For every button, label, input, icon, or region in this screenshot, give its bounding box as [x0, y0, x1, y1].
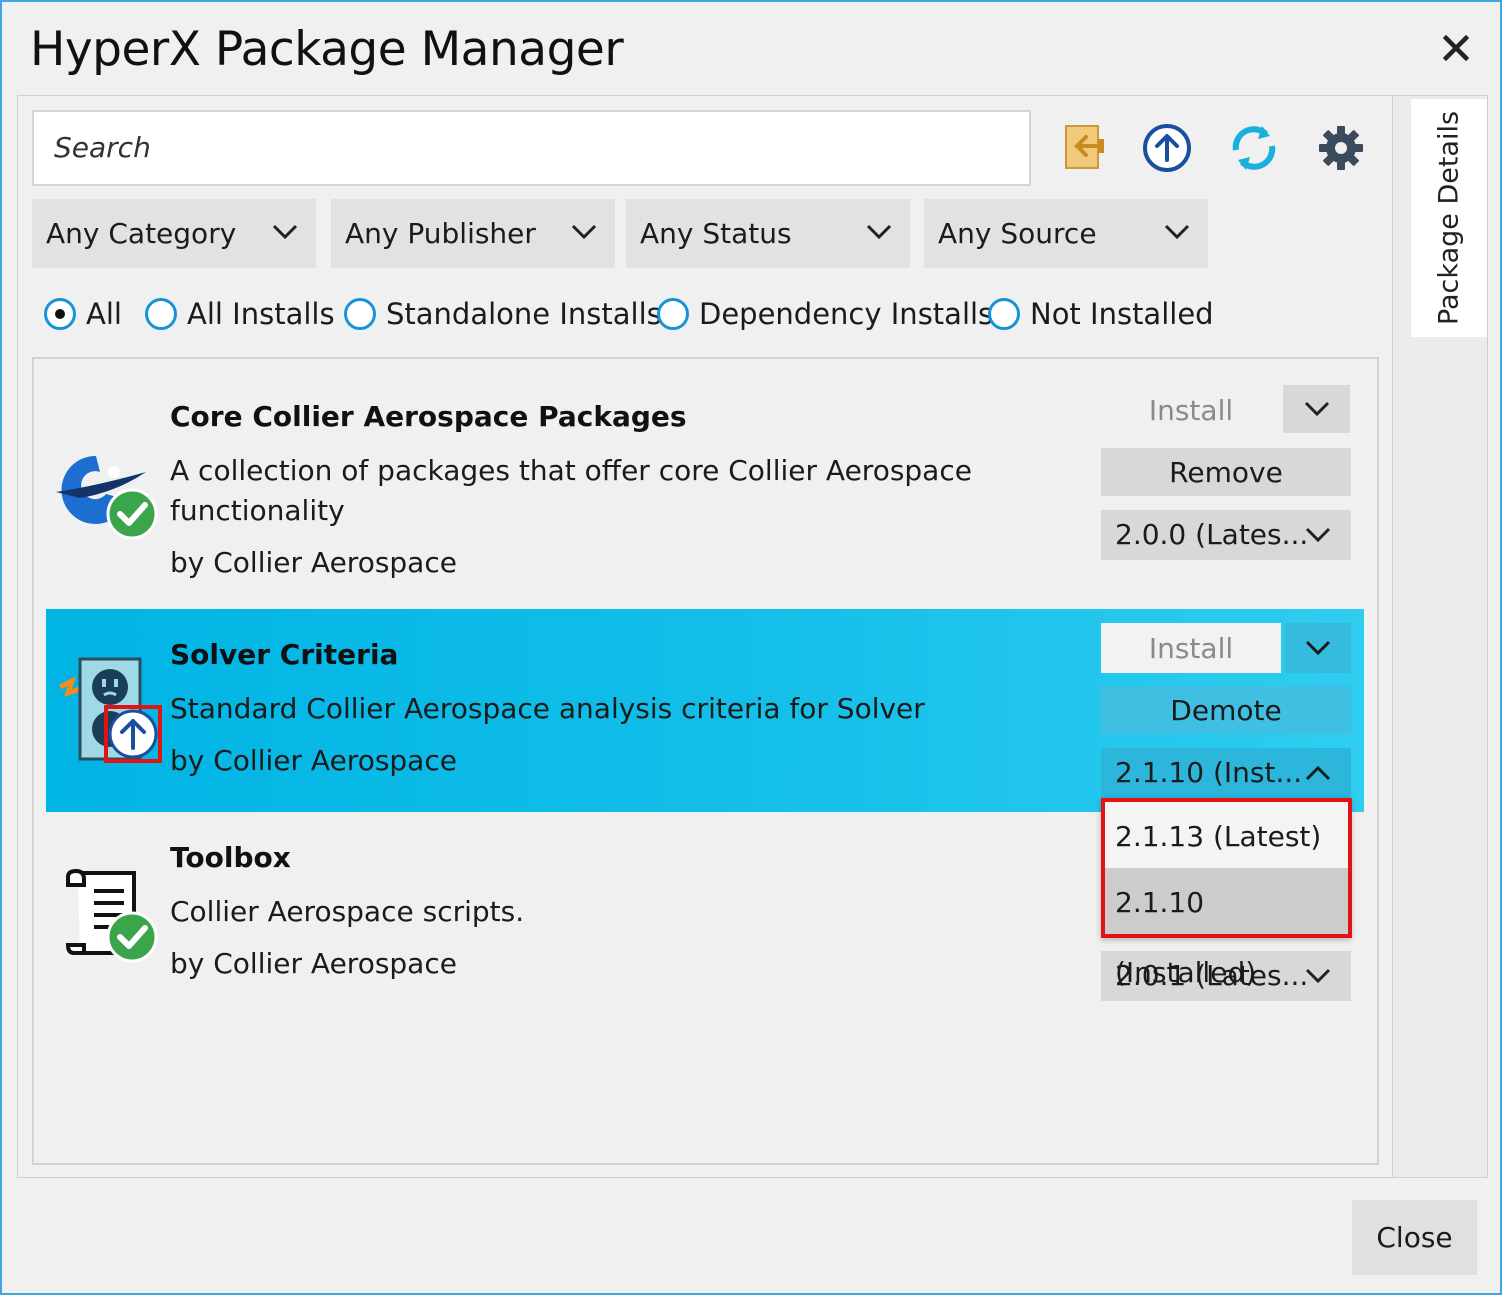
category-filter[interactable]: Any Category — [32, 199, 316, 268]
chevron-down-icon — [571, 224, 597, 240]
chevron-down-icon — [1304, 401, 1330, 417]
status-filter-label: Any Status — [640, 217, 792, 250]
demote-button[interactable]: Demote — [1101, 686, 1351, 734]
radio-button — [145, 298, 177, 330]
radio-button — [344, 298, 376, 330]
source-filter[interactable]: Any Source — [924, 199, 1208, 268]
tab-package-details[interactable]: Package Details — [1411, 99, 1487, 337]
version-select-value: 2.1.10 (Inst... — [1115, 756, 1303, 789]
package-title: Core Collier Aerospace Packages — [170, 400, 687, 433]
version-dropdown: 2.1.13 (Latest) 2.1.10 (Installed) — [1101, 798, 1351, 989]
package-publisher: by Collier Aerospace — [170, 947, 457, 980]
version-option[interactable]: 2.1.13 (Latest) — [1101, 802, 1351, 872]
chevron-down-icon — [1164, 224, 1190, 240]
install-button[interactable]: Install — [1101, 623, 1281, 673]
package-description: A collection of packages that offer core… — [170, 454, 972, 487]
import-icon[interactable] — [1062, 122, 1114, 174]
radio-button — [988, 298, 1020, 330]
version-select[interactable]: 2.0.0 (Lates... — [1101, 510, 1351, 560]
outlet-package-icon — [58, 657, 158, 761]
chevron-down-icon — [1305, 968, 1331, 984]
install-button[interactable]: Install — [1101, 387, 1281, 435]
upgrade-all-icon[interactable] — [1141, 122, 1193, 174]
radio-button — [657, 298, 689, 330]
publisher-filter[interactable]: Any Publisher — [331, 199, 615, 268]
search-input[interactable]: Search — [32, 110, 1031, 186]
radio-all-installs-label: All Installs — [187, 297, 335, 331]
radio-button-selected — [44, 298, 76, 330]
package-title: Toolbox — [170, 841, 291, 874]
collier-aerospace-package-icon — [56, 455, 158, 540]
radio-standalone-installs-label: Standalone Installs — [386, 297, 662, 331]
source-filter-label: Any Source — [938, 217, 1097, 250]
package-description: Collier Aerospace scripts. — [170, 895, 525, 928]
publisher-filter-label: Any Publisher — [345, 217, 536, 250]
version-select-value: 2.0.0 (Lates... — [1115, 518, 1309, 551]
window-title: HyperX Package Manager — [30, 22, 624, 77]
close-button[interactable]: Close — [1352, 1200, 1477, 1275]
category-filter-label: Any Category — [46, 217, 237, 250]
package-publisher: by Collier Aerospace — [170, 744, 457, 777]
install-options-button[interactable] — [1285, 623, 1351, 673]
radio-all-label: All — [86, 297, 122, 331]
radio-dependency-installs-label: Dependency Installs — [699, 297, 994, 331]
package-manager-window: HyperX Package Manager Package Details S… — [0, 0, 1502, 1295]
chevron-down-icon — [272, 224, 298, 240]
status-filter[interactable]: Any Status — [626, 199, 910, 268]
version-select-open[interactable]: 2.1.10 (Inst... — [1101, 748, 1351, 798]
radio-not-installed-label: Not Installed — [1030, 297, 1214, 331]
refresh-icon[interactable] — [1228, 122, 1280, 174]
chevron-down-icon — [1305, 640, 1331, 656]
close-icon[interactable] — [1436, 28, 1476, 68]
package-details-tab-label: Package Details — [1433, 110, 1465, 326]
package-description: Standard Collier Aerospace analysis crit… — [170, 692, 925, 725]
settings-icon[interactable] — [1315, 122, 1367, 174]
package-title: Solver Criteria — [170, 638, 399, 671]
chevron-down-icon — [1305, 527, 1331, 543]
package-publisher: by Collier Aerospace — [170, 546, 457, 579]
script-package-icon — [65, 868, 158, 963]
install-options-button[interactable] — [1283, 385, 1350, 433]
package-description-cont: functionality — [170, 494, 345, 527]
remove-button[interactable]: Remove — [1101, 448, 1351, 496]
version-option-selected[interactable]: 2.1.10 (Installed) — [1101, 868, 1351, 989]
chevron-up-icon — [1305, 765, 1331, 781]
chevron-down-icon — [866, 224, 892, 240]
